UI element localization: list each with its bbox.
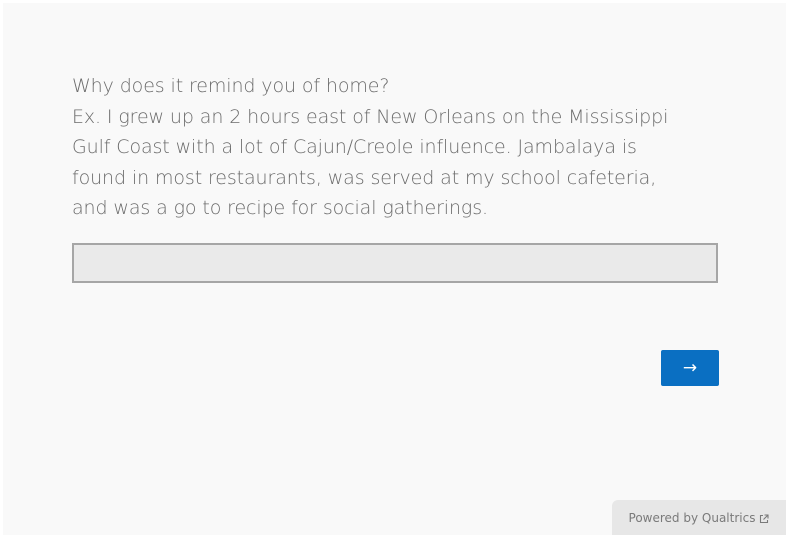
question-description-line: and was a go to recipe for social gather… (72, 197, 488, 219)
question-description-line: found in most restaurants, was served at… (72, 166, 657, 189)
next-button[interactable]: → (661, 350, 719, 386)
external-link-icon (759, 513, 770, 523)
question-title: Why does it remind you of home? (72, 75, 390, 97)
survey-page: Why does it remind you of home? Ex. I gr… (3, 3, 786, 535)
question-text: Why does it remind you of home? Ex. I gr… (72, 71, 712, 224)
powered-by-qualtrics-link[interactable]: Powered by Qualtrics (612, 500, 786, 535)
question-description-line: Ex. I grew up an 2 hours east of New Orl… (72, 105, 669, 128)
powered-by-label: Powered by Qualtrics (628, 510, 756, 525)
answer-text-input[interactable] (72, 243, 718, 283)
question-description-line: Gulf Coast with a lot of Cajun/Creole in… (72, 136, 637, 158)
